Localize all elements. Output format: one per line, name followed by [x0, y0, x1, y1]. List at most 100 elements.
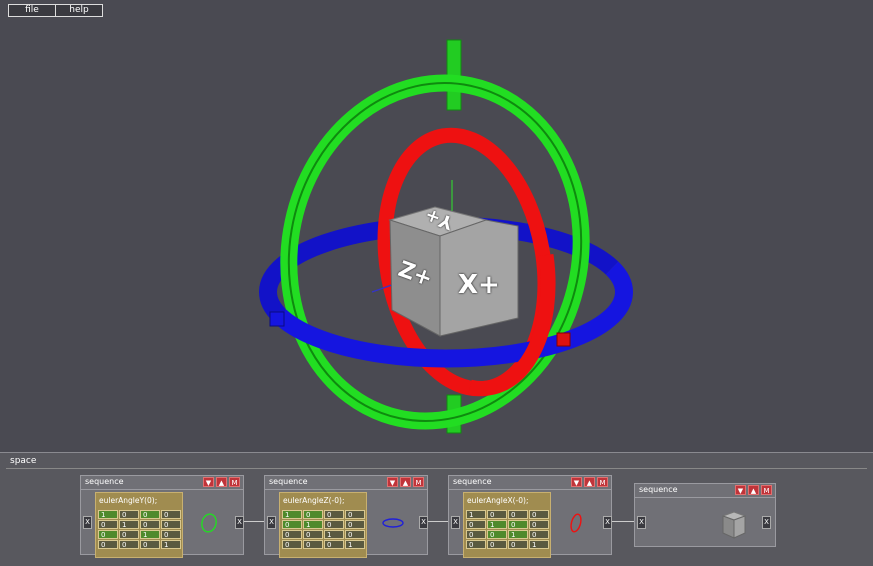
- matrix-cell[interactable]: 1: [529, 540, 549, 549]
- input-port-x[interactable]: X: [451, 516, 460, 529]
- output-port-x[interactable]: X: [603, 516, 612, 529]
- matrix-cell[interactable]: 0: [324, 540, 344, 549]
- matrix-cell[interactable]: 0: [529, 530, 549, 539]
- matrix-cell[interactable]: 0: [345, 520, 365, 529]
- matrix-cell[interactable]: 0: [140, 540, 160, 549]
- matrix-cell[interactable]: 1: [119, 520, 139, 529]
- panel-title: space: [10, 456, 37, 466]
- code-expression[interactable]: eulerAngleY(0);: [96, 493, 182, 509]
- transform-code-block[interactable]: eulerAngleZ(-0); 1 0 0 0 0 1 0 0 0 0 1 0…: [279, 492, 367, 558]
- menu-file[interactable]: file: [9, 5, 56, 16]
- move-down-button[interactable]: ▼: [735, 485, 746, 495]
- input-port-x[interactable]: X: [637, 516, 646, 529]
- green-ellipse-icon: [201, 513, 217, 533]
- output-port-x[interactable]: X: [762, 516, 771, 529]
- node-header[interactable]: sequence ▼ ▲ M: [635, 484, 775, 498]
- blue-axis-block: [269, 311, 285, 327]
- sequence-node-4[interactable]: sequence ▼ ▲ M X X: [634, 483, 776, 547]
- cube-preview-icon: [721, 511, 747, 539]
- node-header[interactable]: sequence ▼ ▲ M: [81, 476, 243, 490]
- cube-label-x: X+: [458, 270, 500, 300]
- matrix-cell[interactable]: 0: [98, 530, 118, 539]
- matrix-cell[interactable]: 0: [487, 510, 507, 519]
- code-expression[interactable]: eulerAngleZ(-0);: [280, 493, 366, 509]
- move-down-button[interactable]: ▼: [387, 477, 398, 487]
- node-title: sequence: [639, 485, 678, 494]
- input-port-x[interactable]: X: [83, 516, 92, 529]
- input-port-x[interactable]: X: [267, 516, 276, 529]
- matrix-cell[interactable]: 0: [140, 520, 160, 529]
- matrix-cell[interactable]: 0: [508, 540, 528, 549]
- output-port-x[interactable]: X: [419, 516, 428, 529]
- red-axis-block: [556, 332, 571, 347]
- matrix-cell[interactable]: 0: [529, 510, 549, 519]
- matrix-grid: 1 0 0 0 0 1 0 0 0 0 1 0 0 0 0 1: [96, 509, 182, 550]
- move-up-button[interactable]: ▲: [216, 477, 227, 487]
- matrix-cell[interactable]: 0: [324, 520, 344, 529]
- matrix-cell[interactable]: 0: [161, 510, 181, 519]
- node-menu-button[interactable]: M: [597, 477, 608, 487]
- matrix-cell[interactable]: 0: [161, 520, 181, 529]
- 3d-viewport[interactable]: file help Y+ Z+ X+: [0, 0, 873, 452]
- output-port-x[interactable]: X: [235, 516, 244, 529]
- transform-code-block[interactable]: eulerAngleX(-0); 1 0 0 0 0 1 0 0 0 0 1 0…: [463, 492, 551, 558]
- node-title: sequence: [453, 477, 492, 486]
- matrix-cell[interactable]: 1: [140, 530, 160, 539]
- matrix-cell[interactable]: 1: [282, 510, 302, 519]
- node-title: sequence: [85, 477, 124, 486]
- matrix-cell[interactable]: 1: [508, 530, 528, 539]
- space-panel: space sequence ▼ ▲ M eulerAngleY(0); 1 0…: [0, 452, 873, 566]
- matrix-cell[interactable]: 0: [487, 540, 507, 549]
- matrix-cell[interactable]: 1: [345, 540, 365, 549]
- sequence-node-3[interactable]: sequence ▼ ▲ M eulerAngleX(-0); 1 0 0 0 …: [448, 475, 612, 558]
- move-up-button[interactable]: ▲: [400, 477, 411, 487]
- menu-bar: file help: [8, 4, 103, 17]
- sequence-node-1[interactable]: sequence ▼ ▲ M eulerAngleY(0); 1 0 0 0 0…: [80, 475, 244, 558]
- matrix-cell[interactable]: 0: [466, 520, 486, 529]
- matrix-cell[interactable]: 1: [161, 540, 181, 549]
- move-up-button[interactable]: ▲: [748, 485, 759, 495]
- matrix-cell[interactable]: 0: [303, 510, 323, 519]
- code-expression[interactable]: eulerAngleX(-0);: [464, 493, 550, 509]
- matrix-cell[interactable]: 0: [324, 510, 344, 519]
- matrix-cell[interactable]: 0: [119, 540, 139, 549]
- node-menu-button[interactable]: M: [413, 477, 424, 487]
- matrix-cell[interactable]: 1: [98, 510, 118, 519]
- matrix-cell[interactable]: 1: [487, 520, 507, 529]
- matrix-cell[interactable]: 0: [119, 530, 139, 539]
- matrix-cell[interactable]: 0: [282, 520, 302, 529]
- matrix-cell[interactable]: 0: [282, 540, 302, 549]
- matrix-cell[interactable]: 0: [98, 520, 118, 529]
- node-menu-button[interactable]: M: [761, 485, 772, 495]
- move-down-button[interactable]: ▼: [203, 477, 214, 487]
- matrix-cell[interactable]: 0: [466, 530, 486, 539]
- node-header[interactable]: sequence ▼ ▲ M: [265, 476, 427, 490]
- transform-code-block[interactable]: eulerAngleY(0); 1 0 0 0 0 1 0 0 0 0 1 0 …: [95, 492, 183, 558]
- matrix-cell[interactable]: 0: [529, 520, 549, 529]
- matrix-cell[interactable]: 0: [161, 530, 181, 539]
- matrix-cell[interactable]: 0: [282, 530, 302, 539]
- matrix-cell[interactable]: 1: [466, 510, 486, 519]
- move-up-button[interactable]: ▲: [584, 477, 595, 487]
- matrix-cell[interactable]: 0: [303, 540, 323, 549]
- node-header[interactable]: sequence ▼ ▲ M: [449, 476, 611, 490]
- matrix-cell[interactable]: 0: [345, 530, 365, 539]
- matrix-cell[interactable]: 1: [303, 520, 323, 529]
- sequence-node-2[interactable]: sequence ▼ ▲ M eulerAngleZ(-0); 1 0 0 0 …: [264, 475, 428, 558]
- node-menu-button[interactable]: M: [229, 477, 240, 487]
- matrix-cell[interactable]: 0: [303, 530, 323, 539]
- move-down-button[interactable]: ▼: [571, 477, 582, 487]
- matrix-cell[interactable]: 0: [140, 510, 160, 519]
- matrix-cell[interactable]: 0: [508, 510, 528, 519]
- matrix-cell[interactable]: 1: [324, 530, 344, 539]
- panel-divider: [6, 468, 867, 469]
- matrix-cell[interactable]: 0: [98, 540, 118, 549]
- matrix-cell[interactable]: 0: [119, 510, 139, 519]
- matrix-cell[interactable]: 0: [487, 530, 507, 539]
- menu-help[interactable]: help: [56, 5, 102, 16]
- matrix-cell[interactable]: 0: [508, 520, 528, 529]
- red-ellipse-icon: [570, 513, 582, 533]
- matrix-cell[interactable]: 0: [466, 540, 486, 549]
- matrix-cell[interactable]: 0: [345, 510, 365, 519]
- matrix-grid: 1 0 0 0 0 1 0 0 0 0 1 0 0 0 0 1: [280, 509, 366, 550]
